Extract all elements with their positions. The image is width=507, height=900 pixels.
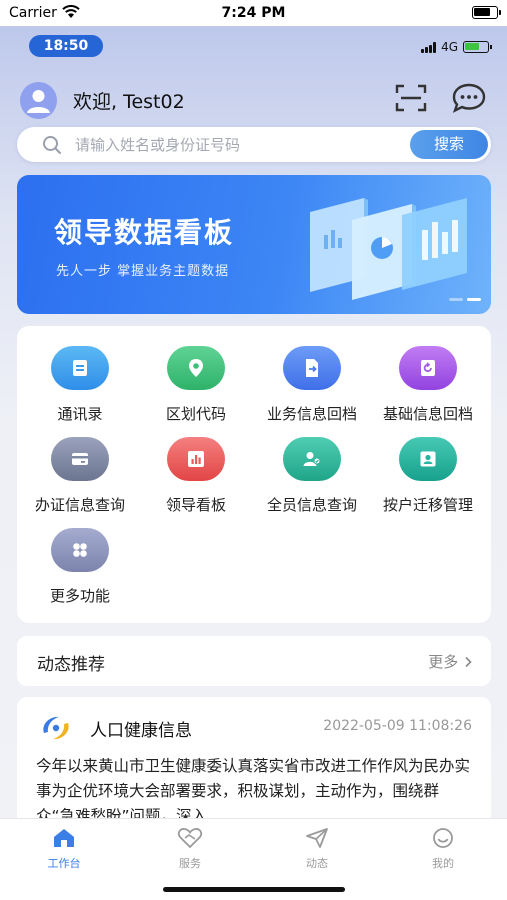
- bar-chart-icon: [167, 437, 225, 481]
- id-card-icon: [399, 437, 457, 481]
- search-button[interactable]: 搜索: [410, 130, 488, 159]
- feature-leader-board[interactable]: 领导看板: [137, 437, 255, 515]
- battery-icon: [472, 6, 501, 19]
- service-icon: [177, 828, 203, 849]
- feature-label: 基础信息回档: [382, 405, 473, 423]
- search-icon: [43, 136, 61, 154]
- news-more-link[interactable]: 更多: [428, 651, 473, 672]
- banner-pagination: [449, 298, 481, 301]
- banner-title: 领导数据看板: [54, 216, 235, 249]
- avatar[interactable]: [20, 82, 57, 119]
- profile-icon: [433, 828, 453, 848]
- location-pin-icon: [167, 346, 225, 390]
- home-indicator: [163, 887, 345, 892]
- feature-certificate-query[interactable]: 办证信息查询: [21, 437, 139, 515]
- message-icon[interactable]: [451, 83, 487, 113]
- contacts-book-icon: [51, 346, 109, 390]
- feature-label: 办证信息查询: [34, 496, 125, 514]
- network-type: 4G: [441, 40, 458, 54]
- feature-label: 领导看板: [165, 496, 226, 514]
- news-item-time: 2022-05-09 11:08:26: [323, 718, 472, 734]
- tab-label: 动态: [306, 857, 328, 870]
- dashboard-banner[interactable]: 领导数据看板 先人一步 掌握业务主题数据: [17, 175, 491, 314]
- document-export-icon: [283, 346, 341, 390]
- tab-label: 我的: [432, 857, 454, 870]
- tab-label: 服务: [179, 857, 201, 870]
- more-grid-icon: [51, 528, 109, 572]
- feature-household-migration[interactable]: 按户迁移管理: [369, 437, 487, 515]
- feature-label: 更多功能: [49, 587, 110, 605]
- tab-profile[interactable]: 我的: [408, 827, 478, 871]
- send-icon: [306, 828, 328, 848]
- home-icon: [54, 829, 74, 847]
- welcome-text: 欢迎, Test02: [73, 91, 185, 113]
- search-input[interactable]: [75, 127, 405, 162]
- news-section-title: 动态推荐: [37, 655, 105, 675]
- news-card[interactable]: 人口健康信息 2022-05-09 11:08:26 今年以来黄山市卫生健康委认…: [17, 697, 491, 837]
- news-more-label: 更多: [428, 653, 459, 671]
- news-item-title: 人口健康信息: [90, 721, 192, 741]
- health-logo-icon: [43, 716, 69, 740]
- device-status-indicators: 4G: [421, 40, 492, 54]
- dashboard-illustration-icon: [310, 198, 467, 300]
- ios-status-bar: Carrier 7:24 PM: [0, 0, 507, 26]
- feature-district-code[interactable]: 区划代码: [137, 346, 255, 424]
- feature-label: 按户迁移管理: [382, 496, 473, 514]
- feature-label: 区划代码: [165, 405, 226, 423]
- tab-news[interactable]: 动态: [282, 827, 352, 871]
- signal-icon: [421, 41, 437, 53]
- feature-contacts[interactable]: 通讯录: [21, 346, 139, 424]
- banner-subtitle: 先人一步 掌握业务主题数据: [56, 264, 230, 279]
- feature-basic-archive[interactable]: 基础信息回档: [369, 346, 487, 424]
- device-battery-icon: [463, 41, 492, 53]
- ios-clock: 7:24 PM: [221, 5, 286, 21]
- device-clock: 18:50: [29, 35, 103, 57]
- feature-more[interactable]: 更多功能: [21, 528, 139, 606]
- tab-workbench[interactable]: 工作台: [29, 827, 99, 871]
- news-section-header: 动态推荐 更多: [17, 636, 491, 686]
- feature-label: 通讯录: [57, 405, 103, 423]
- scan-icon[interactable]: [395, 84, 427, 112]
- user-icon: [27, 90, 50, 113]
- feature-label: 全员信息查询: [266, 496, 357, 514]
- feature-business-archive[interactable]: 业务信息回档: [253, 346, 371, 424]
- refresh-document-icon: [399, 346, 457, 390]
- feature-staff-query[interactable]: 全员信息查询: [253, 437, 371, 515]
- card-icon: [51, 437, 109, 481]
- user-group-icon: [283, 437, 341, 481]
- feature-label: 业务信息回档: [266, 405, 357, 423]
- tab-label: 工作台: [47, 857, 81, 870]
- search-bar: 搜索: [17, 127, 491, 162]
- tab-service[interactable]: 服务: [155, 827, 225, 871]
- feature-grid: 通讯录 区划代码 业务信息回档 基础信息回档 办证信息查询 领导看板 全员信息查…: [17, 326, 491, 623]
- chevron-right-icon: [465, 656, 472, 668]
